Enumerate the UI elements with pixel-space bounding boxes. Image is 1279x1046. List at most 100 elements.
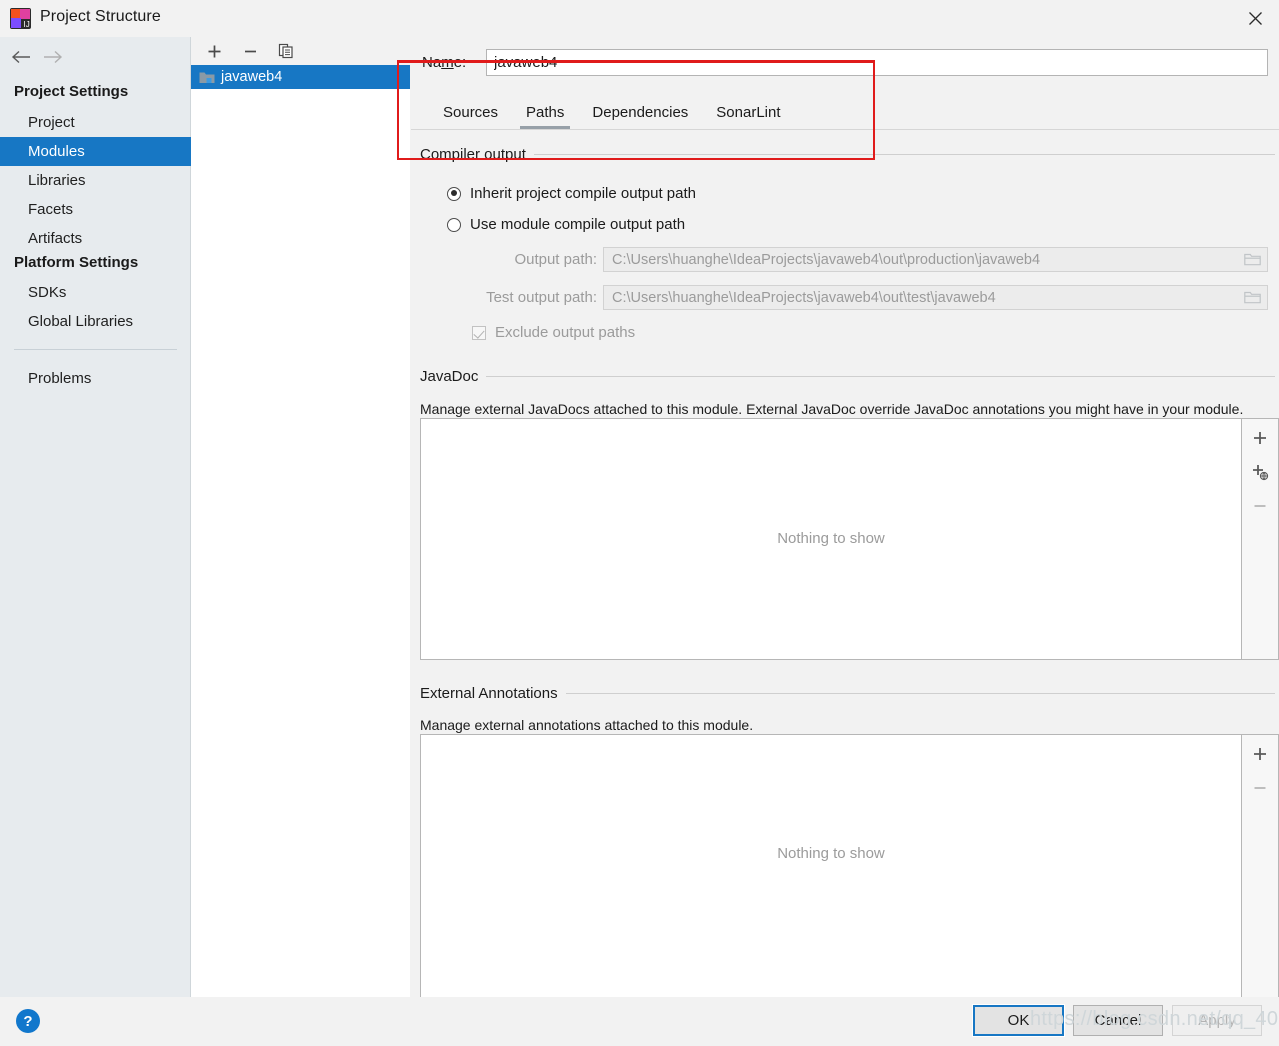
add-javadoc-path-button[interactable] [1243,421,1277,455]
folder-icon[interactable] [1244,290,1261,305]
sidebar-item-sdks[interactable]: SDKs [0,278,191,307]
sidebar-item-label: Global Libraries [28,313,134,330]
window-title: Project Structure [40,8,161,25]
ok-button[interactable]: OK [972,1004,1065,1037]
sidebar-item-facets[interactable]: Facets [0,195,191,224]
sidebar-nav-arrows [0,37,191,75]
sidebar-divider [14,349,177,350]
tab-bar-underline [411,129,1279,130]
test-output-path-row: Test output path: C:\Users\huanghe\IdeaP… [411,285,1268,310]
sidebar-item-project[interactable]: Project [0,108,191,137]
external-annotations-description: Manage external annotations attached to … [420,717,754,733]
test-output-path-label: Test output path: [486,289,597,306]
name-label-mnemonic: m [441,54,454,71]
tab-paths[interactable]: Paths [512,104,578,129]
heading-rule [533,153,1275,155]
cancel-button[interactable]: Cancel [1073,1005,1163,1036]
external-annotations-side-buttons [1242,734,1279,1014]
module-name-label: Name: [422,54,466,71]
use-module-output-radio[interactable]: Use module compile output path [447,216,685,233]
checkbox-icon [472,325,486,340]
module-editor-panel: Name: Sources Paths Dependencies SonarLi… [411,37,1279,1014]
radio-icon [447,186,461,201]
apply-button: Apply [1172,1005,1262,1036]
compiler-output-heading-label: Compiler output [420,145,526,163]
remove-module-button[interactable] [237,39,263,63]
output-path-label: Output path: [514,251,597,268]
sidebar-item-label: Problems [28,370,92,387]
sidebar-group-project-settings: Project Settings [14,83,129,100]
sidebar-item-label: SDKs [28,284,67,301]
back-arrow-icon[interactable] [8,46,34,68]
javadoc-heading-label: JavaDoc [420,367,479,385]
javadoc-heading: JavaDoc [420,366,1275,386]
output-path-value: C:\Users\huanghe\IdeaProjects\javaweb4\o… [612,251,1041,268]
external-annotations-heading: External Annotations [420,683,1275,703]
add-module-button[interactable] [201,39,227,63]
sidebar-item-label: Libraries [28,172,86,189]
exclude-output-paths-checkbox[interactable]: Exclude output paths [472,324,635,341]
module-name-input[interactable] [486,49,1268,76]
tab-label: Dependencies [592,104,689,121]
title-bar: IJ Project Structure [0,0,1279,37]
heading-rule [486,375,1275,377]
name-label-prefix: Na [422,54,442,71]
javadoc-empty-label: Nothing to show [777,530,885,547]
module-name-row: Name: [411,49,1279,77]
tab-dependencies[interactable]: Dependencies [578,104,702,129]
forward-arrow-icon[interactable] [40,46,66,68]
name-label-suffix: e: [453,54,467,71]
module-tab-bar: Sources Paths Dependencies SonarLint [411,95,1279,129]
help-button[interactable]: ? [16,1009,40,1033]
module-folder-icon [199,70,215,84]
add-javadoc-url-button[interactable] [1243,455,1277,489]
compiler-output-heading: Compiler output [420,144,1275,164]
module-list-panel: javaweb4 [191,37,410,997]
tab-sonarlint[interactable]: SonarLint [702,104,794,129]
output-path-field[interactable]: C:\Users\huanghe\IdeaProjects\javaweb4\o… [603,247,1268,272]
sidebar-item-label: Artifacts [28,230,83,247]
javadoc-description: Manage external JavaDocs attached to thi… [420,401,1244,417]
dialog-footer: ? OK Cancel Apply [0,997,1279,1046]
radio-icon [447,217,461,232]
inherit-project-output-radio[interactable]: Inherit project compile output path [447,185,696,202]
external-annotations-empty-label: Nothing to show [777,845,885,862]
settings-sidebar: Project Settings Project Modules Librari… [0,37,191,997]
test-output-path-field[interactable]: C:\Users\huanghe\IdeaProjects\javaweb4\o… [603,285,1268,310]
folder-icon[interactable] [1244,252,1261,267]
sidebar-item-label: Modules [28,143,85,160]
radio-label: Use module compile output path [470,216,686,233]
add-annotation-button[interactable] [1243,737,1277,771]
radio-label: Inherit project compile output path [470,185,696,202]
remove-annotation-button [1243,771,1277,805]
sidebar-item-problems[interactable]: Problems [0,364,191,393]
intellij-idea-icon: IJ [10,8,31,29]
external-annotations-heading-label: External Annotations [420,684,558,702]
external-annotations-list[interactable]: Nothing to show [420,734,1242,1014]
javadoc-list[interactable]: Nothing to show [420,418,1242,660]
tab-label: Sources [443,104,499,121]
module-name-label: javaweb4 [221,69,283,85]
tab-label: SonarLint [716,104,781,121]
module-list-body: javaweb4 [191,65,410,997]
module-list-toolbar [191,37,410,65]
sidebar-item-modules[interactable]: Modules [0,137,191,166]
sidebar-item-libraries[interactable]: Libraries [0,166,191,195]
remove-javadoc-button [1243,489,1277,523]
tab-label: Paths [526,104,565,121]
test-output-path-value: C:\Users\huanghe\IdeaProjects\javaweb4\o… [612,289,996,306]
project-structure-dialog: IJ Project Structure Project Settings Pr… [0,0,1279,1046]
tab-sources[interactable]: Sources [429,104,512,129]
list-item[interactable]: javaweb4 [191,65,410,89]
svg-text:IJ: IJ [24,20,30,29]
copy-module-button[interactable] [273,39,299,63]
heading-rule [565,692,1275,694]
close-icon[interactable] [1231,0,1279,37]
sidebar-item-global-libraries[interactable]: Global Libraries [0,307,191,336]
sidebar-item-label: Project [28,114,75,131]
sidebar-item-label: Facets [28,201,74,218]
output-path-row: Output path: C:\Users\huanghe\IdeaProjec… [411,247,1268,272]
sidebar-item-artifacts[interactable]: Artifacts [0,224,191,253]
checkbox-label: Exclude output paths [495,324,636,341]
javadoc-side-buttons [1242,418,1279,660]
